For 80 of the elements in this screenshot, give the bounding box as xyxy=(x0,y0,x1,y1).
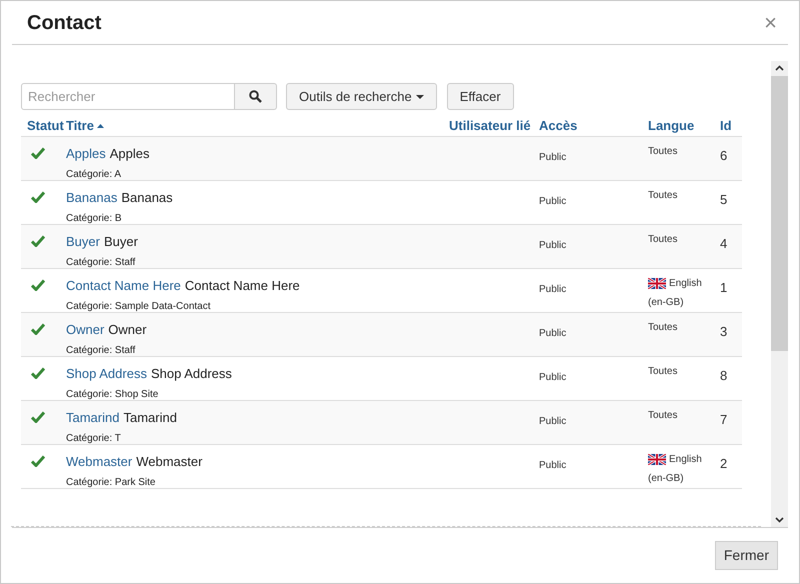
contact-name: Contact Name Here xyxy=(184,277,300,295)
id-cell: 6 xyxy=(720,148,728,163)
id-cell: 7 xyxy=(720,412,728,427)
id-cell: 1 xyxy=(720,280,728,295)
column-header[interactable]: Id xyxy=(720,116,732,136)
category-label: Catégorie: B xyxy=(66,212,123,226)
access-level: Public xyxy=(539,196,566,207)
category-label: Catégorie: Staff xyxy=(66,344,136,358)
contact-link[interactable]: Bananas xyxy=(66,188,118,208)
clear-button[interactable]: Effacer xyxy=(446,83,514,110)
check-icon xyxy=(31,411,45,423)
search-icon xyxy=(249,90,262,103)
column-header[interactable]: Accès xyxy=(539,116,578,136)
caret-icon xyxy=(416,94,424,98)
contact-link[interactable]: Contact Name Here xyxy=(66,276,181,296)
contact-link[interactable]: Webmaster xyxy=(66,452,132,472)
contact-name: Shop Address xyxy=(150,365,232,383)
category-label: Catégorie: Sample Data-Contact xyxy=(66,300,212,314)
language-code: (en-GB) xyxy=(648,296,685,310)
access-level: Public xyxy=(539,328,566,339)
check-icon xyxy=(31,279,45,291)
language-name: Toutes xyxy=(648,366,678,377)
search-button[interactable] xyxy=(235,83,277,110)
language-name: Toutes xyxy=(648,322,678,333)
contact-name: Webmaster xyxy=(136,453,202,471)
contact-link[interactable]: Apples xyxy=(66,144,106,164)
contact-link[interactable]: Owner xyxy=(66,320,104,340)
check-icon xyxy=(31,455,45,467)
contact-name: Apples xyxy=(110,145,150,163)
column-header[interactable]: Utilisateur lié xyxy=(449,116,531,136)
sort-caret-icon xyxy=(96,124,104,128)
category-label: Catégorie: Park Site xyxy=(66,476,156,490)
access-level: Public xyxy=(539,460,566,471)
scrollbar-thumb[interactable] xyxy=(771,76,788,351)
column-header[interactable]: Titre xyxy=(66,116,94,136)
access-level: Public xyxy=(539,416,566,427)
contact-name: Tamarind xyxy=(123,409,177,427)
flag-icon xyxy=(648,454,666,465)
id-cell: 4 xyxy=(720,236,728,251)
language-name: English xyxy=(669,453,702,467)
language-name: Toutes xyxy=(648,410,678,421)
dialog-title: Contact xyxy=(27,10,102,36)
contact-link[interactable]: Buyer xyxy=(66,232,100,252)
id-cell: 8 xyxy=(720,368,728,383)
category-label: Catégorie: A xyxy=(66,168,122,182)
contact-name: Owner xyxy=(108,321,147,339)
category-label: Catégorie: Shop Site xyxy=(66,388,160,402)
column-header[interactable]: Statut xyxy=(27,116,64,136)
search-tools-button[interactable]: Outils de recherche xyxy=(286,83,437,110)
contact-link[interactable]: Tamarind xyxy=(66,408,120,428)
access-level: Public xyxy=(539,284,566,295)
id-cell: 5 xyxy=(720,192,728,207)
contact-name: Buyer xyxy=(104,233,138,251)
access-level: Public xyxy=(539,240,566,251)
language-name: Toutes xyxy=(648,234,678,245)
language-name: Toutes xyxy=(648,190,678,201)
scroll-up-icon[interactable] xyxy=(775,65,784,71)
scroll-down-icon[interactable] xyxy=(775,517,784,523)
category-label: Catégorie: Staff xyxy=(66,256,136,270)
search-field[interactable]: Rechercher xyxy=(21,83,235,110)
language-code: (en-GB) xyxy=(648,472,685,486)
contact-name: Bananas xyxy=(121,189,173,207)
column-header[interactable]: Langue xyxy=(648,116,694,136)
check-icon xyxy=(31,235,45,247)
scrollbar[interactable] xyxy=(771,61,788,527)
language-name: Toutes xyxy=(648,146,678,157)
close-dialog-button[interactable]: Fermer xyxy=(714,541,778,570)
access-level: Public xyxy=(539,152,566,163)
check-icon xyxy=(31,191,45,203)
contact-link[interactable]: Shop Address xyxy=(66,364,147,384)
check-icon xyxy=(31,323,45,335)
check-icon xyxy=(31,367,45,379)
language-name: English xyxy=(669,277,702,291)
flag-icon xyxy=(648,278,666,289)
close-button[interactable]: × xyxy=(764,12,777,34)
access-level: Public xyxy=(539,372,566,383)
id-cell: 3 xyxy=(720,324,728,339)
check-icon xyxy=(31,147,45,159)
id-cell: 2 xyxy=(720,456,728,471)
category-label: Catégorie: T xyxy=(66,432,122,446)
